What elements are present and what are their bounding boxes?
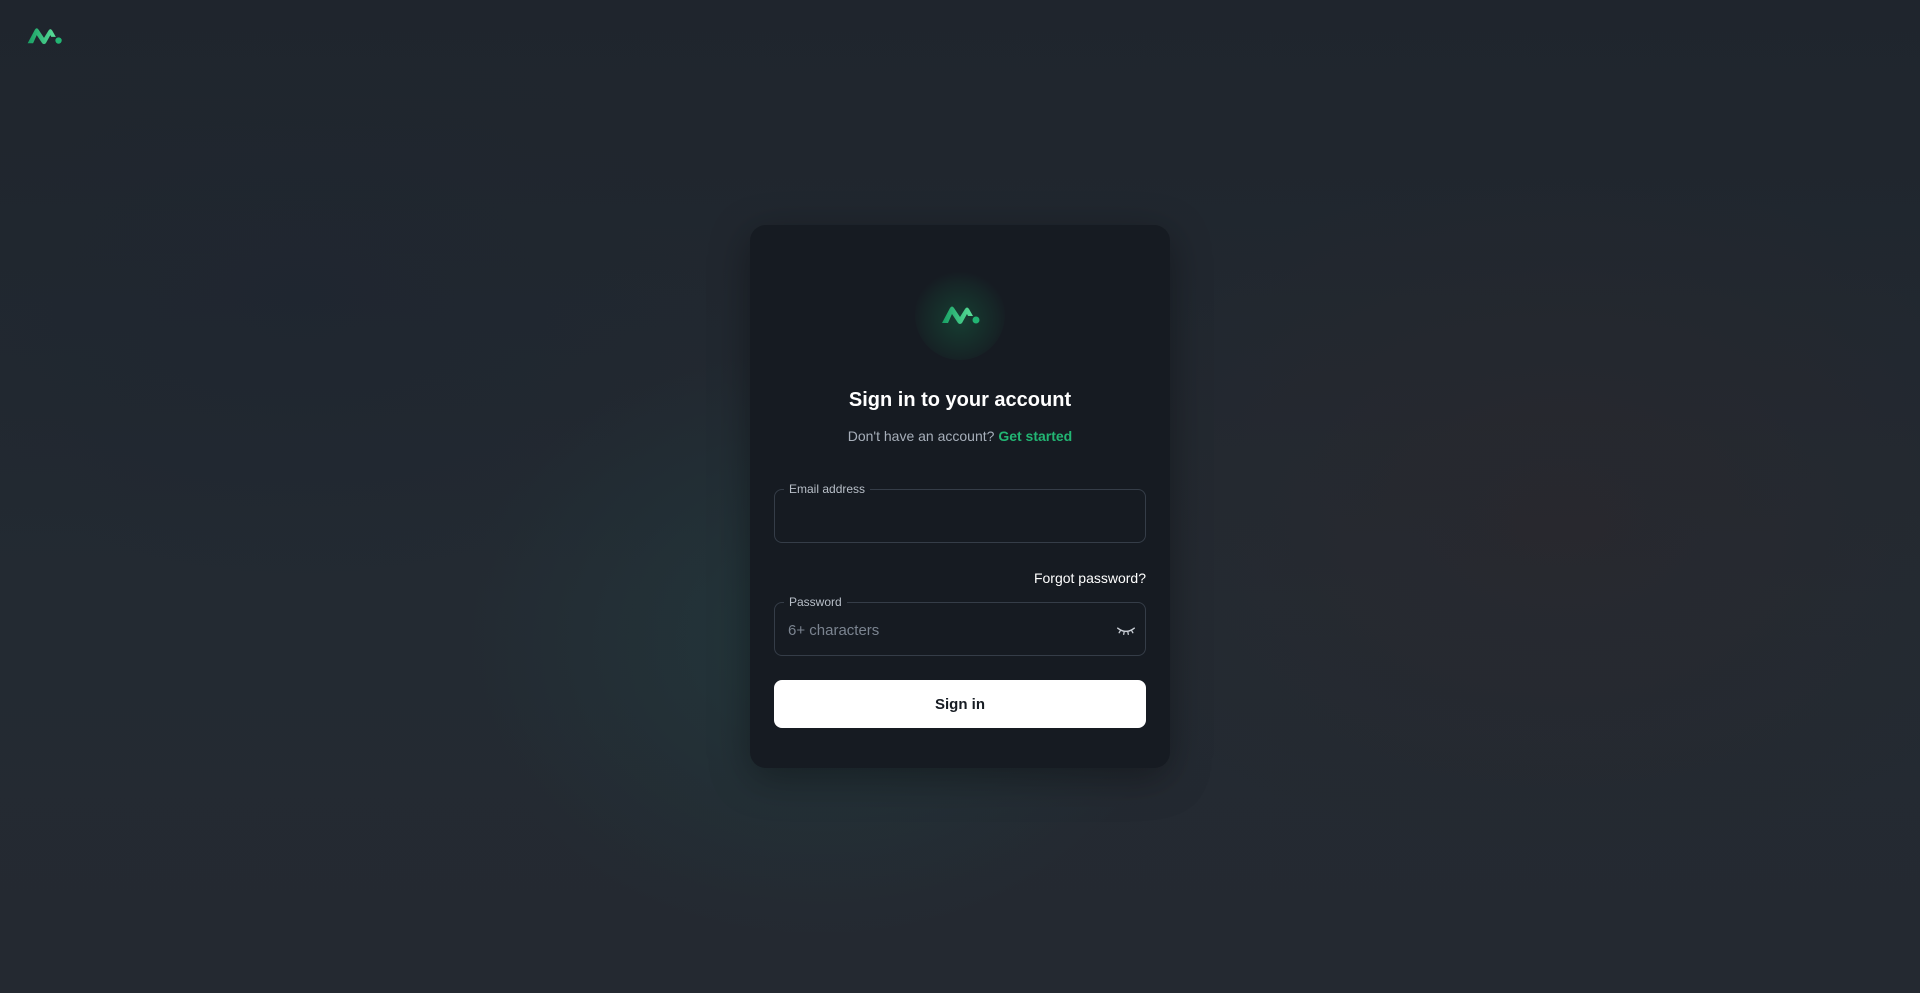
sign-in-button[interactable]: Sign in [774,680,1146,728]
email-input[interactable] [788,503,1105,531]
login-card: Sign in to your account Don't have an ac… [750,225,1170,768]
eye-closed-icon[interactable] [1115,619,1137,641]
forgot-password-link[interactable]: Forgot password? [1034,570,1146,586]
brand-logo-icon [942,306,980,324]
page-title: Sign in to your account [848,389,1072,411]
email-label: Email address [784,482,871,496]
brand-logo-icon[interactable] [25,26,63,46]
password-input[interactable] [788,616,1105,644]
email-field[interactable]: Email address [774,482,1146,543]
get-started-link[interactable]: Get started [998,428,1072,444]
signup-prompt-text: Don't have an account? [847,428,995,444]
password-field[interactable]: Password [774,595,1146,656]
password-label: Password [784,595,847,609]
signup-prompt: Don't have an account? Get started [750,428,1170,444]
